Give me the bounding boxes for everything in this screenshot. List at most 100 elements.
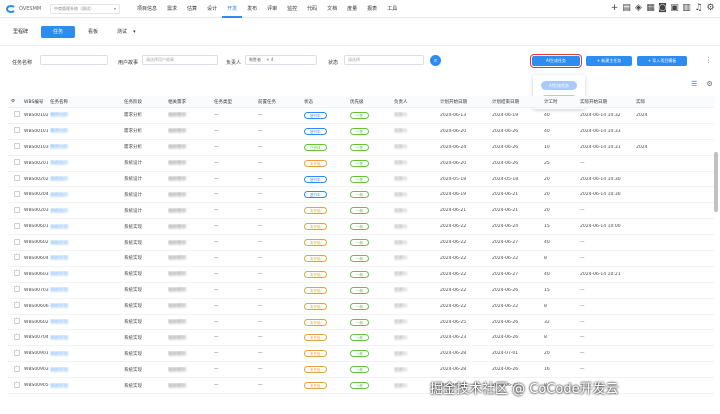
ai-generate-task-button[interactable]: AI生成任务 bbox=[530, 54, 582, 68]
row-checkbox[interactable] bbox=[14, 190, 20, 197]
nav-item[interactable]: 发布 bbox=[242, 0, 262, 18]
table-row[interactable]: WBS00603 系统实现 系统实现 相关需求 — — 未开始 一般 负责人 2024-06-22… bbox=[8, 267, 714, 283]
header-settings-cell[interactable]: ⚙ bbox=[8, 99, 24, 104]
calendar-icon[interactable]: ▦ bbox=[645, 3, 656, 14]
table-row[interactable]: WBS00201 系统设计 系统设计 相关需求 — — 未开始 一般 负责人 2024-06-20… bbox=[8, 156, 714, 172]
task-name-link[interactable]: 系统设计 bbox=[50, 161, 68, 166]
owner-select[interactable]: 制胜者 + 4 bbox=[245, 55, 317, 65]
task-name-link[interactable]: 系统实现 bbox=[50, 368, 68, 373]
task-name-link[interactable]: 系统设计 bbox=[50, 209, 68, 214]
table-row[interactable]: WBS00606 系统实现 系统实现 相关需求 — — 未开始 一般 负责人 2024-06-22… bbox=[8, 299, 714, 315]
table-row[interactable]: WBS00204 系统设计 系统设计 相关需求 — — 进行中 一般 负责人 2024-06-19… bbox=[8, 187, 714, 204]
table-row[interactable]: WBS00601 系统实现 系统实现 相关需求 — — 未开始 一般 负责人 2024-06-22… bbox=[8, 219, 714, 236]
cell-3: 相关需求 bbox=[168, 335, 214, 341]
bag-icon[interactable]: ◙ bbox=[657, 3, 668, 14]
table-row[interactable]: WBS00901 系统实现 系统实现 相关需求 — — 未开始 一般 负责人 2024-06-28… bbox=[8, 346, 714, 363]
table-row[interactable]: WBS00102 需求分析 需求分析 相关需求 — — 进行中 一般 负责人 2024-06-13… bbox=[8, 108, 714, 124]
task-name-link[interactable]: 系统实现 bbox=[50, 256, 68, 261]
row-checkbox[interactable] bbox=[14, 349, 20, 356]
task-name-link[interactable]: 系统实现 bbox=[50, 225, 68, 230]
status-select[interactable]: 请选择 bbox=[344, 55, 424, 65]
plus-icon[interactable]: + bbox=[609, 3, 620, 14]
task-name-link[interactable]: 系统实现 bbox=[50, 272, 68, 277]
row-checkbox[interactable] bbox=[14, 175, 20, 181]
table-row[interactable]: WBS00703 系统实现 系统实现 相关需求 — — 未开始 一般 负责人 2024-06-22… bbox=[8, 283, 714, 299]
nav-item[interactable]: 文档 bbox=[322, 0, 342, 18]
row-checkbox[interactable] bbox=[14, 286, 20, 293]
row-checkbox[interactable] bbox=[14, 381, 20, 388]
table-row[interactable]: WBS00602 系统实现 系统实现 相关需求 — — 未开始 一般 负责人 2024-06-22… bbox=[8, 235, 714, 252]
row-checkbox[interactable] bbox=[14, 365, 20, 372]
subtab[interactable]: 看板 bbox=[82, 26, 104, 38]
row-checkbox[interactable] bbox=[14, 111, 20, 118]
task-name-link[interactable]: 系统实现 bbox=[50, 288, 68, 293]
nav-item[interactable]: 估算 bbox=[182, 0, 202, 18]
task-name-link[interactable]: 需求分析 bbox=[50, 129, 68, 134]
nav-item[interactable]: 度量 bbox=[342, 0, 362, 18]
row-checkbox[interactable] bbox=[14, 254, 20, 261]
search-button[interactable]: ⌕ bbox=[430, 55, 441, 66]
settings-icon[interactable]: ⚙ bbox=[705, 3, 716, 14]
task-name-link[interactable]: 需求分析 bbox=[50, 145, 68, 150]
nav-item[interactable]: 监控 bbox=[282, 0, 302, 18]
app-logo[interactable]: OVESMM bbox=[6, 4, 46, 13]
nav-item[interactable]: 工具 bbox=[382, 0, 402, 18]
subtab[interactable]: 任务 bbox=[41, 25, 76, 38]
row-checkbox[interactable] bbox=[14, 270, 20, 277]
subtab[interactable]: 里程碑 bbox=[7, 26, 34, 38]
row-checkbox[interactable] bbox=[14, 302, 20, 309]
task-name-link[interactable]: 系统实现 bbox=[50, 336, 68, 341]
layers-icon[interactable]: ◈ bbox=[633, 3, 644, 14]
table-row[interactable]: WBS00101 需求分析 需求分析 相关需求 — — 进行中 一般 负责人 2024-06-20… bbox=[8, 124, 714, 140]
row-checkbox[interactable] bbox=[14, 159, 20, 166]
document-icon[interactable]: ▥ bbox=[681, 3, 692, 14]
nav-item[interactable]: 开发 bbox=[222, 0, 243, 18]
more-options-icon[interactable]: ⋮ bbox=[705, 56, 712, 64]
task-name-link[interactable]: 系统设计 bbox=[50, 193, 68, 198]
row-checkbox[interactable] bbox=[14, 222, 20, 229]
task-name-link[interactable]: 系统设计 bbox=[50, 177, 68, 182]
status-badge: 进行中 bbox=[304, 191, 327, 199]
table-row[interactable]: WBS00202 系统设计 系统设计 相关需求 — — 进行中 一般 负责人 2024-05-18… bbox=[8, 172, 714, 188]
table-row[interactable]: WBS00203 系统设计 系统设计 相关需求 — — 未开始 一般 负责人 2024-06-21… bbox=[8, 203, 714, 220]
cell-2: 系统设计 bbox=[124, 192, 168, 198]
task-name-link[interactable]: 需求分析 bbox=[50, 113, 68, 118]
table-row[interactable]: WBS00602 系统实现 系统实现 相关需求 — — 未开始 一般 负责人 2024-06-25… bbox=[8, 315, 714, 331]
settings-icon[interactable]: ⚙ bbox=[11, 99, 15, 104]
row-checkbox[interactable] bbox=[14, 333, 20, 340]
list-view-icon[interactable]: ☰ bbox=[691, 80, 697, 88]
table-row[interactable]: WBS00903 系统实现 系统实现 相关需求 — — 未开始 一般 负责人 2024-06-28… bbox=[8, 362, 714, 379]
task-name-link[interactable]: 系统实现 bbox=[50, 352, 68, 357]
briefcase-icon[interactable]: ▣ bbox=[669, 3, 680, 14]
subtab[interactable]: 测试 bbox=[111, 26, 133, 38]
cell-text: — bbox=[214, 255, 219, 261]
row-checkbox[interactable] bbox=[14, 143, 20, 150]
nav-item[interactable]: 需求 bbox=[162, 0, 182, 18]
nav-item[interactable]: 代码 bbox=[302, 0, 322, 18]
nav-item[interactable]: 项目信息 bbox=[132, 0, 162, 18]
row-checkbox[interactable] bbox=[14, 318, 20, 325]
project-selector[interactable]: 中商管理系统（测试） ▾ bbox=[50, 3, 120, 14]
add-main-task-button[interactable]: + 新建主任务 bbox=[586, 56, 632, 66]
table-row[interactable]: WBS00704 系统实现 系统实现 相关需求 — — 未开始 一般 负责人 2024-06-23… bbox=[8, 330, 714, 347]
bell-icon[interactable]: ♫ bbox=[693, 3, 704, 14]
nav-item[interactable]: 报表 bbox=[362, 0, 382, 18]
ai-generate-task-item[interactable]: AI生成任务 bbox=[541, 81, 577, 90]
user-story-select[interactable]: 请选择用户故事 bbox=[142, 55, 218, 65]
task-name-link[interactable]: 系统实现 bbox=[50, 384, 68, 389]
vertical-scrollbar[interactable] bbox=[714, 152, 718, 212]
row-checkbox[interactable] bbox=[14, 206, 20, 213]
table-row[interactable]: WBS00103 需求分析 需求分析 相关需求 — — 已完成 一般 负责人 2024-06-24… bbox=[8, 140, 714, 156]
task-name-input[interactable] bbox=[40, 55, 108, 65]
task-name-link[interactable]: 系统实现 bbox=[50, 241, 68, 246]
task-name-link[interactable]: 系统实现 bbox=[50, 320, 68, 325]
task-name-link[interactable]: 系统实现 bbox=[50, 304, 68, 309]
table-row[interactable]: WBS00604 系统实现 系统实现 相关需求 — — 未开始 一般 负责人 2024-06-22… bbox=[8, 251, 714, 267]
import-template-button[interactable]: + 导入项目模板 bbox=[637, 56, 687, 66]
nav-item[interactable]: 设计 bbox=[202, 0, 222, 18]
row-checkbox[interactable] bbox=[14, 238, 20, 245]
box-icon[interactable]: ▤ bbox=[621, 3, 632, 14]
nav-item[interactable]: 评审 bbox=[262, 0, 282, 18]
column-settings-icon[interactable]: ⚙ bbox=[707, 80, 713, 88]
row-checkbox[interactable] bbox=[14, 127, 20, 134]
